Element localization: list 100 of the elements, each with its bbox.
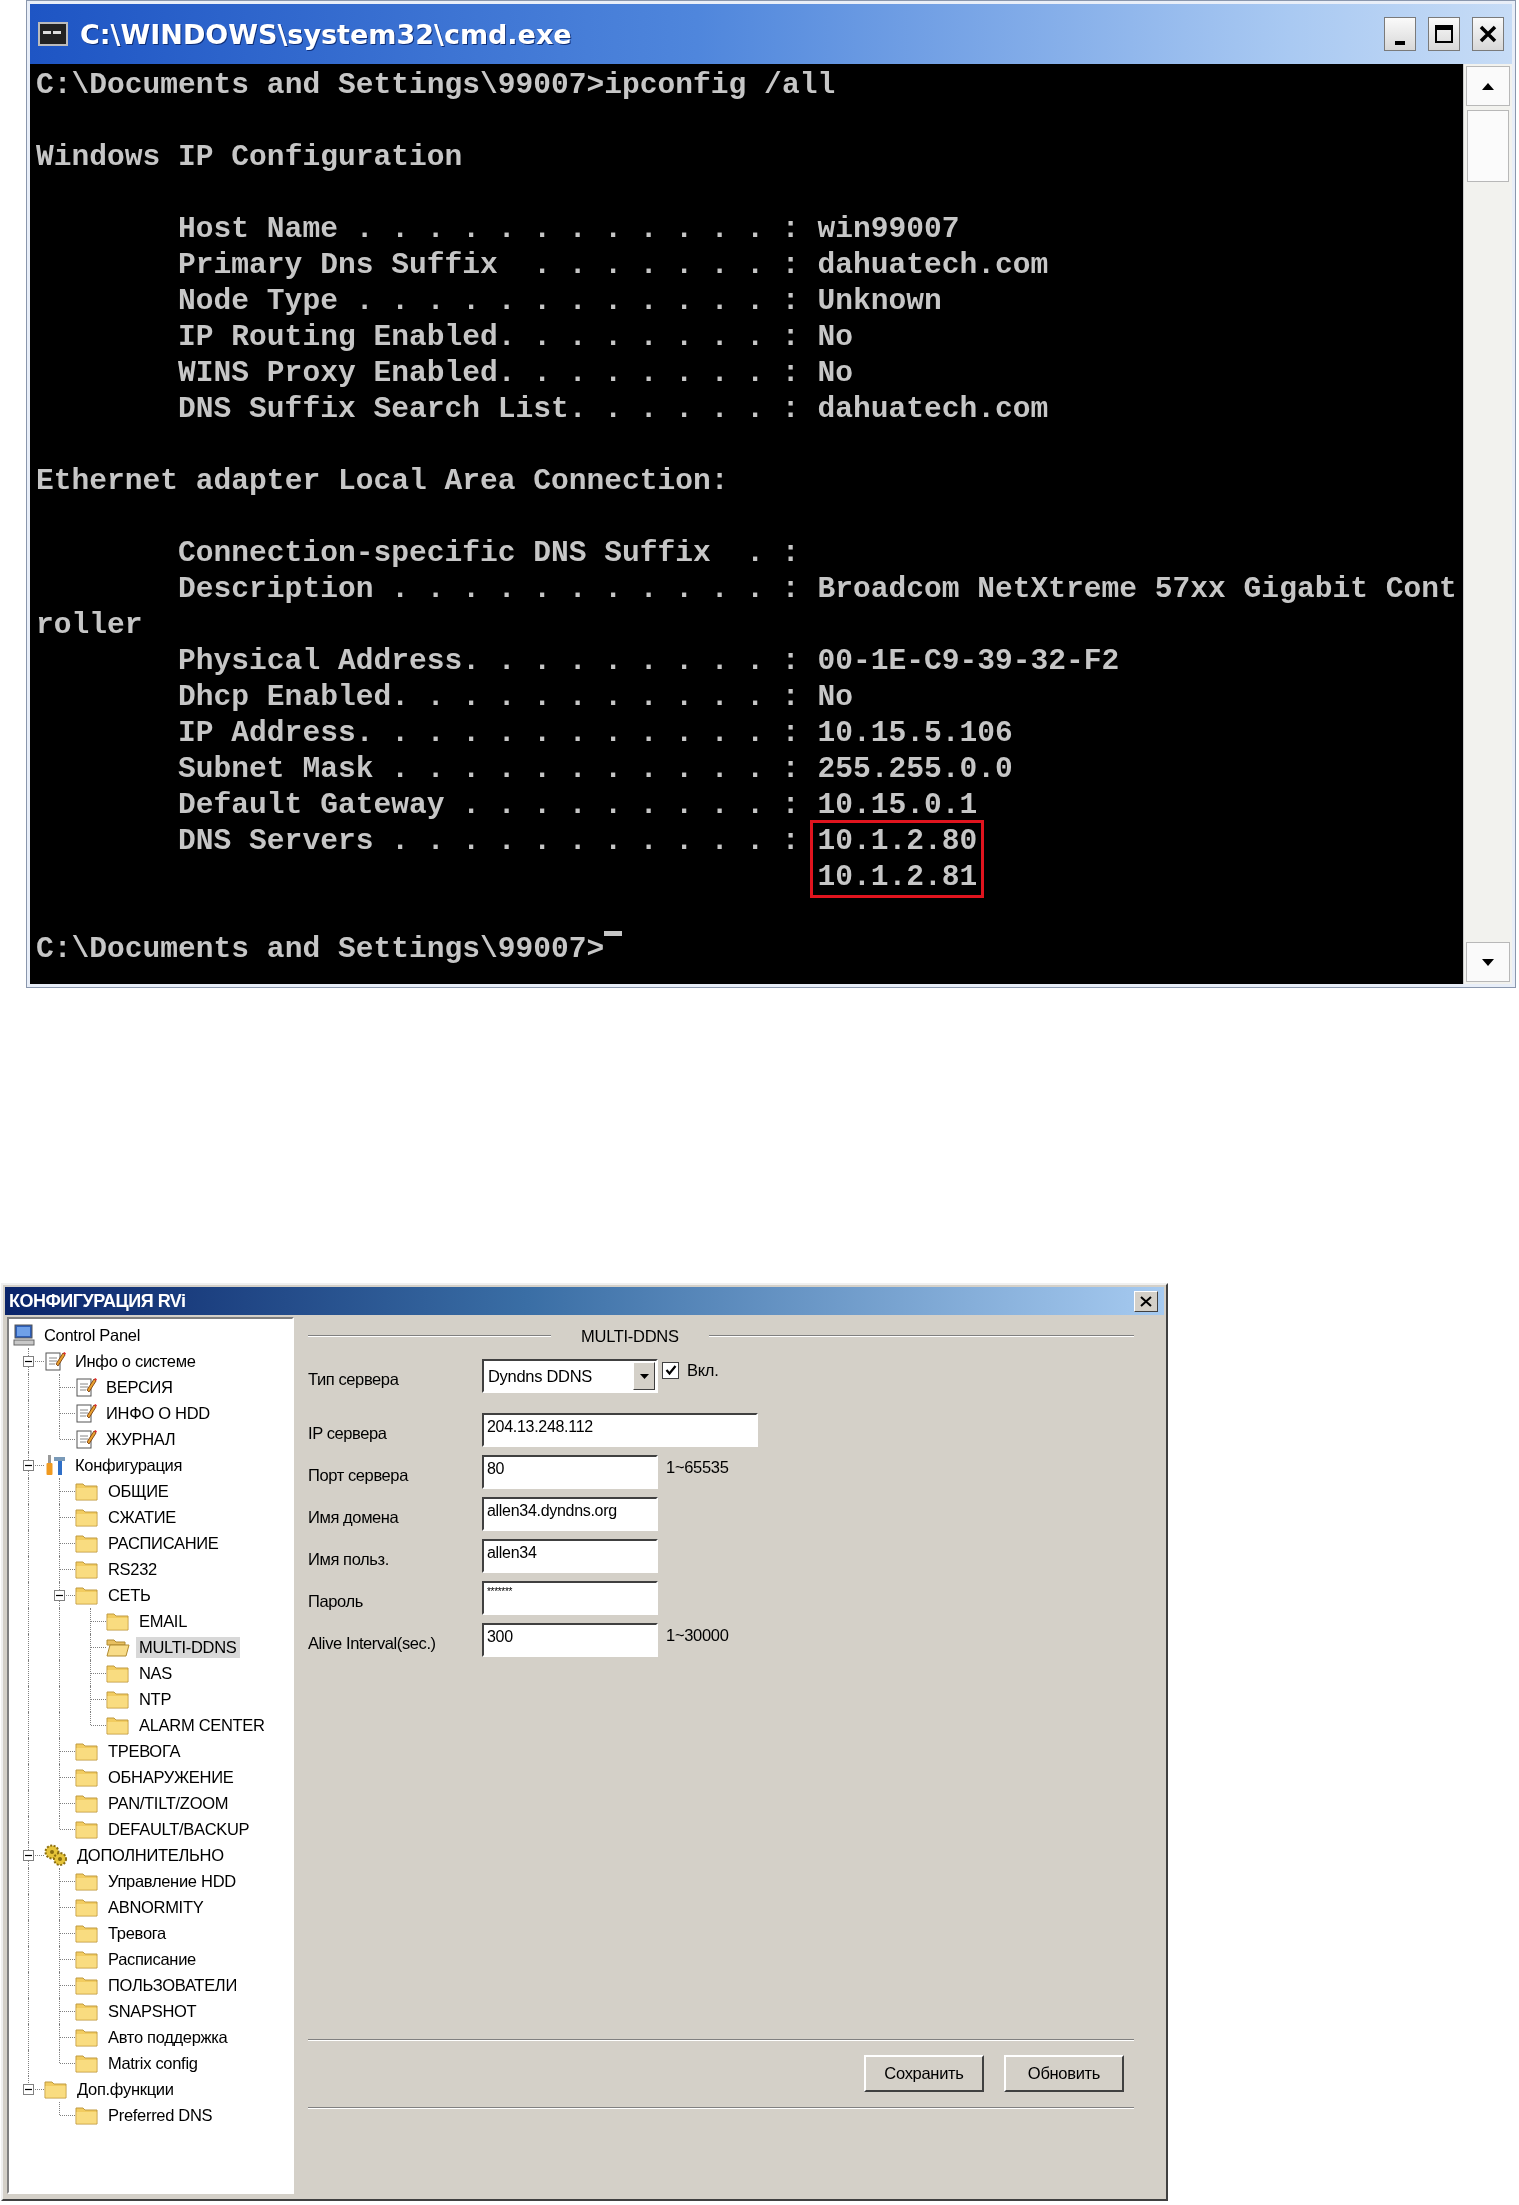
entry-value: No [817, 679, 853, 715]
tree-item[interactable]: ЖУРНАЛ [103, 1428, 179, 1450]
folder-icon [75, 1507, 99, 1527]
console-icon [38, 22, 68, 46]
entry-value: 255.255.0.0 [817, 751, 1013, 787]
caret-down-icon [639, 1373, 649, 1379]
check-icon [664, 1364, 677, 1376]
tree-item[interactable]: Авто поддержка [105, 2026, 231, 2048]
folder-icon [106, 1663, 130, 1683]
console-prompt: C:\Documents and Settings\99007> [36, 931, 605, 967]
entry-value: Unknown [817, 283, 942, 319]
folder-icon [75, 1741, 99, 1761]
tree-item[interactable]: NAS [136, 1662, 176, 1684]
expand-toggle[interactable] [22, 1355, 34, 1367]
refresh-button[interactable]: Обновить [1004, 2055, 1124, 2092]
expand-toggle[interactable] [22, 1459, 34, 1471]
folder-icon [75, 1949, 99, 1969]
tree-item[interactable]: ВЕРСИЯ [103, 1376, 176, 1398]
entry-label: Subnet Mask . . . . . . . . . . . : [178, 751, 800, 787]
console-line: C:\Documents and Settings\99007>ipconfig /all [36, 67, 836, 103]
scroll-up-button[interactable] [1466, 66, 1510, 106]
tree-item[interactable]: СЖАТИЕ [105, 1506, 179, 1528]
folder-icon [75, 1585, 99, 1605]
tree-item[interactable]: Тревога [105, 1922, 169, 1944]
console-line: roller [36, 607, 143, 643]
entry-label: Node Type . . . . . . . . . . . . : [178, 283, 800, 319]
tree-item[interactable]: РАСПИСАНИЕ [105, 1532, 222, 1554]
folder-icon [75, 1767, 99, 1787]
scroll-down-button[interactable] [1466, 942, 1510, 982]
tree-item[interactable]: ИНФО О HDD [103, 1402, 213, 1424]
folder-icon [75, 1923, 99, 1943]
tree-item[interactable]: Расписание [105, 1948, 199, 1970]
close-button[interactable] [1472, 17, 1504, 51]
tree-item[interactable]: Доп.функции [74, 2078, 177, 2100]
expand-toggle[interactable] [53, 1589, 65, 1601]
maximize-button[interactable] [1428, 17, 1460, 51]
field-label: Пароль [308, 1590, 364, 1611]
tree-item[interactable]: ПОЛЬЗОВАТЕЛИ [105, 1974, 240, 1996]
input-field[interactable]: 80 [482, 1455, 658, 1489]
open-folder-icon [106, 1637, 130, 1657]
tree-item[interactable]: ДОПОЛНИТЕЛЬНО [74, 1844, 227, 1866]
notepad-icon [75, 1402, 97, 1424]
tree-item[interactable]: PAN/TILT/ZOOM [105, 1792, 232, 1814]
tree-item[interactable]: Matrix config [105, 2052, 201, 2074]
tree-item[interactable]: ALARM CENTER [136, 1714, 268, 1736]
range-hint: 1~30000 [666, 1625, 729, 1645]
tree-item[interactable]: MULTI-DDNS [136, 1636, 240, 1658]
tree-item[interactable]: Control Panel [41, 1324, 144, 1346]
tree-item[interactable]: RS232 [105, 1558, 160, 1580]
field-label: Alive Interval(sec.) [308, 1632, 437, 1653]
enable-checkbox[interactable] [662, 1361, 679, 1379]
console-line: Ethernet adapter Local Area Connection: [36, 463, 729, 499]
text-cursor [604, 931, 623, 936]
folder-icon [75, 1897, 99, 1917]
expand-toggle[interactable] [22, 2083, 34, 2095]
tree-item[interactable]: NTP [136, 1688, 175, 1710]
folder-icon [106, 1689, 130, 1709]
tree-item[interactable]: ОБЩИЕ [105, 1480, 172, 1502]
tree-item[interactable]: EMAIL [136, 1610, 191, 1632]
entry-label: Physical Address. . . . . . . . . : [178, 643, 800, 679]
tools-icon [44, 1454, 66, 1476]
entry-value: Broadcom NetXtreme 57xx Gigabit Cont [817, 571, 1457, 607]
entry-label: DNS Servers . . . . . . . . . . . : [178, 823, 800, 859]
tree-item[interactable]: ОБНАРУЖЕНИЕ [105, 1766, 237, 1788]
minimize-button[interactable] [1384, 17, 1416, 51]
tree-item[interactable]: ABNORMITY [105, 1896, 207, 1918]
tree-item[interactable]: Конфигурация [72, 1454, 186, 1476]
field-label: IP сервера [308, 1422, 388, 1443]
save-button[interactable]: Сохранить [864, 2055, 984, 2092]
password-field[interactable]: ******* [482, 1581, 658, 1615]
entry-label: Primary Dns Suffix . . . . . . . : [178, 247, 800, 283]
input-field[interactable]: 300 [482, 1623, 658, 1657]
input-field[interactable]: allen34.dyndns.org [482, 1497, 658, 1531]
checkbox-label: Вкл. [687, 1360, 719, 1380]
tree-item[interactable]: ТРЕВОГА [105, 1740, 184, 1762]
folder-icon [75, 1871, 99, 1891]
window-title: КОНФИГУРАЦИЯ RVi [9, 1290, 187, 1312]
entry-label: IP Routing Enabled. . . . . . . . : [178, 319, 800, 355]
entry-label: Default Gateway . . . . . . . . . : [178, 787, 800, 823]
input-field[interactable]: 204.13.248.112 [482, 1413, 758, 1447]
tree-item[interactable]: СЕТЬ [105, 1584, 154, 1606]
expand-toggle[interactable] [22, 1849, 34, 1861]
folder-icon [75, 1793, 99, 1813]
entry-label: Dhcp Enabled. . . . . . . . . . . : [178, 679, 800, 715]
minimize-icon [1395, 41, 1405, 45]
entry-value: No [817, 319, 853, 355]
tree-item[interactable]: DEFAULT/BACKUP [105, 1818, 253, 1840]
scrollbar-thumb[interactable] [1467, 110, 1509, 182]
tree-item[interactable]: SNAPSHOT [105, 2000, 200, 2022]
tree-item[interactable]: Инфо о системе [72, 1350, 199, 1372]
section-title: MULTI-DDNS [581, 1326, 679, 1346]
maximize-icon [1434, 24, 1454, 44]
notepad-icon [75, 1376, 97, 1398]
entry-label: DNS Suffix Search List. . . . . . : [178, 391, 800, 427]
entry-value: dahuatech.com [817, 247, 1049, 283]
input-field[interactable]: allen34 [482, 1539, 658, 1573]
entry-value: 10.1.2.81 [817, 859, 978, 895]
tree-item[interactable]: Preferred DNS [105, 2104, 216, 2126]
server-type-dropdown[interactable]: Dyndns DDNS [482, 1359, 658, 1393]
tree-item[interactable]: Управление HDD [105, 1870, 239, 1892]
